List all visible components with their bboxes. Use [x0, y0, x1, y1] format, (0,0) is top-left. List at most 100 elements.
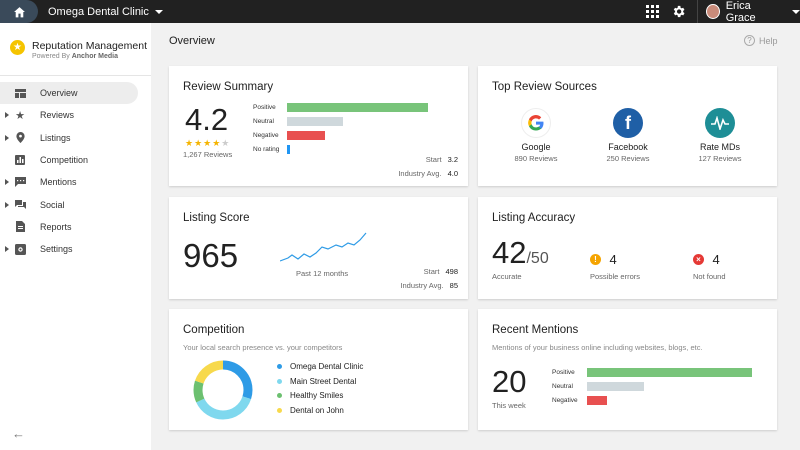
- not-found[interactable]: × 4: [693, 251, 720, 269]
- card-title: Competition: [183, 324, 245, 336]
- bar-label: Neutral: [552, 383, 573, 390]
- industry-avg-stat: Industry Avg. 4.0: [398, 169, 458, 178]
- top-bar: Omega Dental Clinic Erica Grace: [0, 0, 800, 24]
- legend-item: Dental on John: [277, 406, 344, 415]
- legend-label: Dental on John: [290, 405, 344, 415]
- review-count: 1,267 Reviews: [183, 150, 233, 159]
- expand-arrow-icon[interactable]: [5, 246, 9, 253]
- bar-label: No rating: [253, 146, 280, 153]
- legend-item: Omega Dental Clinic: [277, 362, 363, 371]
- legend-dot: [277, 378, 282, 384]
- card-title: Recent Mentions: [492, 324, 579, 336]
- source-ratemds[interactable]: Rate MDs 127 Reviews: [675, 108, 765, 163]
- star-logo-icon: ★: [10, 40, 25, 55]
- sentiment-bar: [287, 131, 325, 140]
- divider: [697, 0, 698, 23]
- legend-label: Omega Dental Clinic: [290, 362, 364, 371]
- source-google[interactable]: Google 890 Reviews: [491, 108, 581, 163]
- sidebar-item-label: Overview: [40, 88, 78, 99]
- listing-score-card[interactable]: Listing Score 965 Past 12 months Start 49…: [169, 197, 468, 299]
- mention-bar: [587, 368, 752, 377]
- sidebar-item-social[interactable]: Social: [0, 193, 151, 215]
- comment-icon: [14, 176, 26, 188]
- legend-label: Main Street Dental: [290, 376, 357, 386]
- brand-subtitle: Powered By Anchor Media: [32, 53, 118, 60]
- competition-card[interactable]: Competition Your local search presence v…: [169, 309, 468, 430]
- sidebar-item-label: Reports: [40, 221, 72, 232]
- apps-grid-icon[interactable]: [646, 5, 659, 18]
- source-name: Rate MDs: [699, 142, 740, 152]
- source-count: 127 Reviews: [698, 154, 742, 163]
- not-found-label: Not found: [693, 272, 726, 281]
- sidebar: ★ Reputation Management Powered By Ancho…: [0, 23, 151, 450]
- warning-icon: !: [590, 254, 601, 266]
- sidebar-item-label: Reviews: [40, 110, 75, 121]
- score-value: 965: [183, 237, 239, 274]
- collapse-sidebar-icon[interactable]: ←: [12, 426, 25, 441]
- divider: [0, 75, 151, 76]
- source-name: Facebook: [608, 142, 648, 152]
- sidebar-item-label: Settings: [40, 244, 73, 255]
- expand-arrow-icon[interactable]: [5, 112, 9, 119]
- start-stat: Start 3.2: [425, 155, 458, 164]
- review-summary-card[interactable]: Review Summary 4.2 ★★★★★ 1,267 Reviews P…: [169, 66, 468, 186]
- legend-dot: [277, 364, 282, 369]
- home-icon: [13, 6, 25, 17]
- chevron-down-icon: [154, 9, 163, 14]
- sidebar-item-reviews[interactable]: ★ Reviews: [0, 104, 151, 126]
- source-count: 890 Reviews: [514, 154, 558, 163]
- possible-errors[interactable]: ! 4: [590, 251, 617, 269]
- forum-icon: [14, 199, 26, 211]
- help-link[interactable]: ? Help: [744, 35, 778, 46]
- card-subtitle: Mentions of your business online includi…: [492, 343, 703, 352]
- card-title: Listing Score: [183, 212, 250, 224]
- sidebar-item-label: Mentions: [40, 177, 77, 188]
- mention-bar: [587, 396, 607, 405]
- user-menu[interactable]: Erica Grace: [706, 0, 800, 24]
- sentiment-bar: [287, 117, 343, 126]
- sidebar-item-mentions[interactable]: Mentions: [0, 171, 151, 193]
- sidebar-item-settings[interactable]: Settings: [0, 238, 151, 260]
- clinic-name: Omega Dental Clinic: [48, 5, 149, 18]
- industry-avg-stat: Industry Avg. 85: [400, 281, 458, 290]
- source-count: 250 Reviews: [606, 154, 650, 163]
- source-facebook[interactable]: f Facebook 250 Reviews: [583, 108, 673, 163]
- card-title: Top Review Sources: [492, 81, 597, 93]
- legend-dot: [277, 407, 282, 413]
- bar-label: Positive: [253, 104, 276, 111]
- accuracy-value: 42/50: [492, 235, 549, 270]
- clinic-selector[interactable]: Omega Dental Clinic: [48, 0, 163, 23]
- bar-label: Negative: [253, 132, 279, 139]
- top-review-sources-card[interactable]: Top Review Sources Google 890 Reviews f …: [478, 66, 777, 186]
- mentions-period: This week: [492, 401, 526, 410]
- settings-icon: [14, 243, 26, 255]
- expand-arrow-icon[interactable]: [5, 134, 9, 141]
- bar-label: Negative: [552, 397, 578, 404]
- chevron-down-icon: [792, 9, 800, 14]
- listing-accuracy-card[interactable]: Listing Accuracy 42/50 Accurate ! 4 Poss…: [478, 197, 777, 299]
- sentiment-bar: [287, 103, 428, 112]
- recent-mentions-card[interactable]: Recent Mentions Mentions of your busines…: [478, 309, 777, 430]
- dashboard-icon: [14, 87, 26, 99]
- expand-arrow-icon[interactable]: [5, 179, 9, 186]
- trend-label: Past 12 months: [296, 269, 349, 278]
- card-subtitle: Your local search presence vs. your comp…: [183, 343, 343, 352]
- help-label: Help: [759, 35, 778, 46]
- sidebar-item-listings[interactable]: Listings: [0, 127, 151, 149]
- sidebar-item-competition[interactable]: Competition: [0, 149, 151, 171]
- avatar: [706, 4, 720, 19]
- accuracy-label: Accurate: [492, 272, 522, 281]
- gear-icon[interactable]: [671, 4, 686, 19]
- rating-value: 4.2: [185, 102, 229, 137]
- error-icon: ×: [693, 254, 704, 266]
- page-title: Overview: [169, 35, 215, 47]
- home-button[interactable]: [0, 0, 38, 23]
- bar-chart-icon: [14, 154, 26, 166]
- legend-dot: [277, 393, 282, 398]
- sidebar-item-overview[interactable]: Overview: [0, 82, 138, 105]
- legend-item: Healthy Smiles: [277, 391, 343, 400]
- expand-arrow-icon[interactable]: [5, 201, 9, 208]
- sidebar-item-reports[interactable]: Reports: [0, 216, 151, 238]
- possible-errors-label: Possible errors: [590, 272, 641, 281]
- bar-label: Neutral: [253, 118, 274, 125]
